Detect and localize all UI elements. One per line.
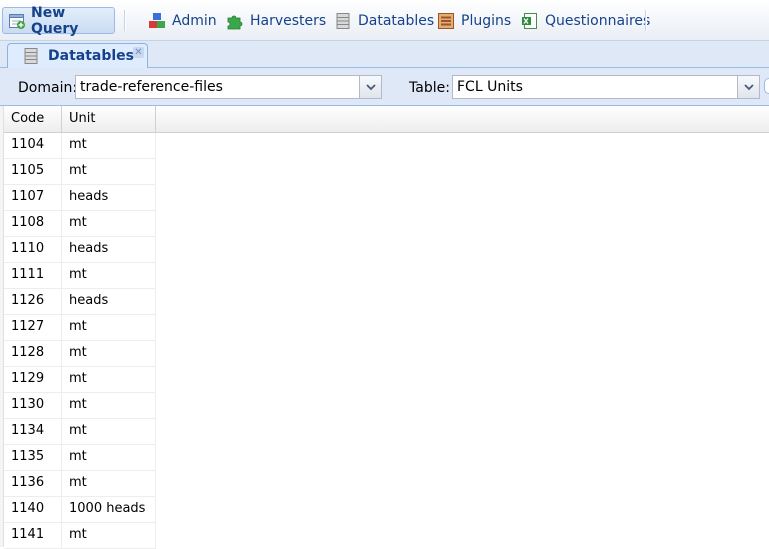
domain-value: trade-reference-files: [80, 79, 223, 95]
cell-unit: mt: [62, 159, 156, 184]
main-toolbar: New Query Admin Harvesters Datatables Pl…: [0, 0, 769, 41]
tab-strip: Datatables ✕: [0, 41, 769, 68]
admin-label: Admin: [172, 12, 217, 29]
cell-unit: mt: [62, 133, 156, 158]
table-row[interactable]: 1104 mt: [4, 133, 156, 159]
domain-label: Domain:: [18, 80, 78, 96]
grid-header: Code Unit: [4, 106, 769, 133]
column-header-unit[interactable]: Unit: [62, 106, 156, 132]
cell-code: 1128: [4, 341, 62, 366]
cell-unit: mt: [62, 263, 156, 288]
questionnaires-label: Questionnaires: [545, 12, 651, 29]
toolbar-separator: [124, 10, 126, 31]
table-row[interactable]: 1111 mt: [4, 263, 156, 289]
new-query-button[interactable]: New Query: [2, 4, 115, 37]
cell-unit: mt: [62, 341, 156, 366]
harvesters-button[interactable]: Harvesters: [226, 7, 326, 34]
cell-code: 1135: [4, 445, 62, 470]
cell-code: 1104: [4, 133, 62, 158]
table-label: Table:: [409, 80, 450, 96]
cell-code: 1129: [4, 367, 62, 392]
cell-code: 1141: [4, 523, 62, 548]
filter-bar: Domain: trade-reference-files Table: FCL…: [0, 68, 769, 106]
datatables-label: Datatables: [358, 12, 435, 29]
harvesters-label: Harvesters: [250, 12, 327, 29]
cell-unit: heads: [62, 185, 156, 210]
questionnaires-button[interactable]: Questionnaires: [521, 7, 650, 34]
table-row[interactable]: 1129 mt: [4, 367, 156, 393]
table-row[interactable]: 1130 mt: [4, 393, 156, 419]
admin-button[interactable]: Admin: [148, 7, 217, 34]
cell-code: 1136: [4, 471, 62, 496]
chevron-down-icon[interactable]: [359, 76, 381, 98]
datatable-icon: [22, 47, 40, 65]
table-row[interactable]: 1108 mt: [4, 211, 156, 237]
cell-code: 1108: [4, 211, 62, 236]
chevron-down-icon[interactable]: [737, 76, 759, 98]
tab-datatables[interactable]: Datatables ✕: [7, 43, 148, 68]
table-row[interactable]: 1107 heads: [4, 185, 156, 211]
table-row[interactable]: 1141 mt: [4, 523, 156, 549]
table-row[interactable]: 1110 heads: [4, 237, 156, 263]
refresh-icon[interactable]: [764, 78, 769, 94]
datatables-button[interactable]: Datatables: [334, 7, 434, 34]
cell-unit: mt: [62, 523, 156, 548]
table-row[interactable]: 1128 mt: [4, 341, 156, 367]
table-row[interactable]: 1136 mt: [4, 471, 156, 497]
column-header-code[interactable]: Code: [4, 106, 62, 132]
cell-code: 1127: [4, 315, 62, 340]
table-value: FCL Units: [457, 79, 523, 95]
cell-unit: 1000 heads: [62, 497, 156, 522]
cell-code: 1111: [4, 263, 62, 288]
cell-unit: mt: [62, 315, 156, 340]
plugins-label: Plugins: [461, 12, 512, 29]
table-select[interactable]: FCL Units: [452, 75, 760, 99]
cell-code: 1140: [4, 497, 62, 522]
cell-unit: mt: [62, 419, 156, 444]
close-icon[interactable]: ✕: [133, 47, 144, 58]
new-query-label: New Query: [31, 4, 79, 37]
cell-code: 1130: [4, 393, 62, 418]
cell-unit: heads: [62, 289, 156, 314]
table-row[interactable]: 1140 1000 heads: [4, 497, 156, 523]
cell-unit: mt: [62, 393, 156, 418]
cell-unit: mt: [62, 445, 156, 470]
table-row[interactable]: 1135 mt: [4, 445, 156, 471]
cell-unit: heads: [62, 237, 156, 262]
excel-icon: [521, 12, 539, 30]
admin-icon: [148, 12, 166, 30]
cell-code: 1105: [4, 159, 62, 184]
datatable-icon: [334, 12, 352, 30]
cell-unit: mt: [62, 211, 156, 236]
plugin-icon: [437, 12, 455, 30]
grid-body: 1104 mt 1105 mt 1107 heads 1108 mt 1110 heads 1111…: [4, 133, 156, 549]
table-row[interactable]: 1134 mt: [4, 419, 156, 445]
toolbar-separator: [645, 10, 647, 31]
cell-code: 1126: [4, 289, 62, 314]
cell-unit: mt: [62, 471, 156, 496]
data-grid: Code Unit 1104 mt 1105 mt 1107 heads 1108 mt 111…: [0, 106, 769, 549]
cell-unit: mt: [62, 367, 156, 392]
cell-code: 1110: [4, 237, 62, 262]
table-row[interactable]: 1105 mt: [4, 159, 156, 185]
table-row[interactable]: 1127 mt: [4, 315, 156, 341]
puzzle-icon: [226, 12, 244, 30]
cell-code: 1107: [4, 185, 62, 210]
tab-label: Datatables: [48, 48, 134, 64]
cell-code: 1134: [4, 419, 62, 444]
table-row[interactable]: 1126 heads: [4, 289, 156, 315]
plugins-button[interactable]: Plugins: [437, 7, 511, 34]
new-query-icon: [8, 12, 26, 30]
domain-select[interactable]: trade-reference-files: [75, 75, 382, 99]
